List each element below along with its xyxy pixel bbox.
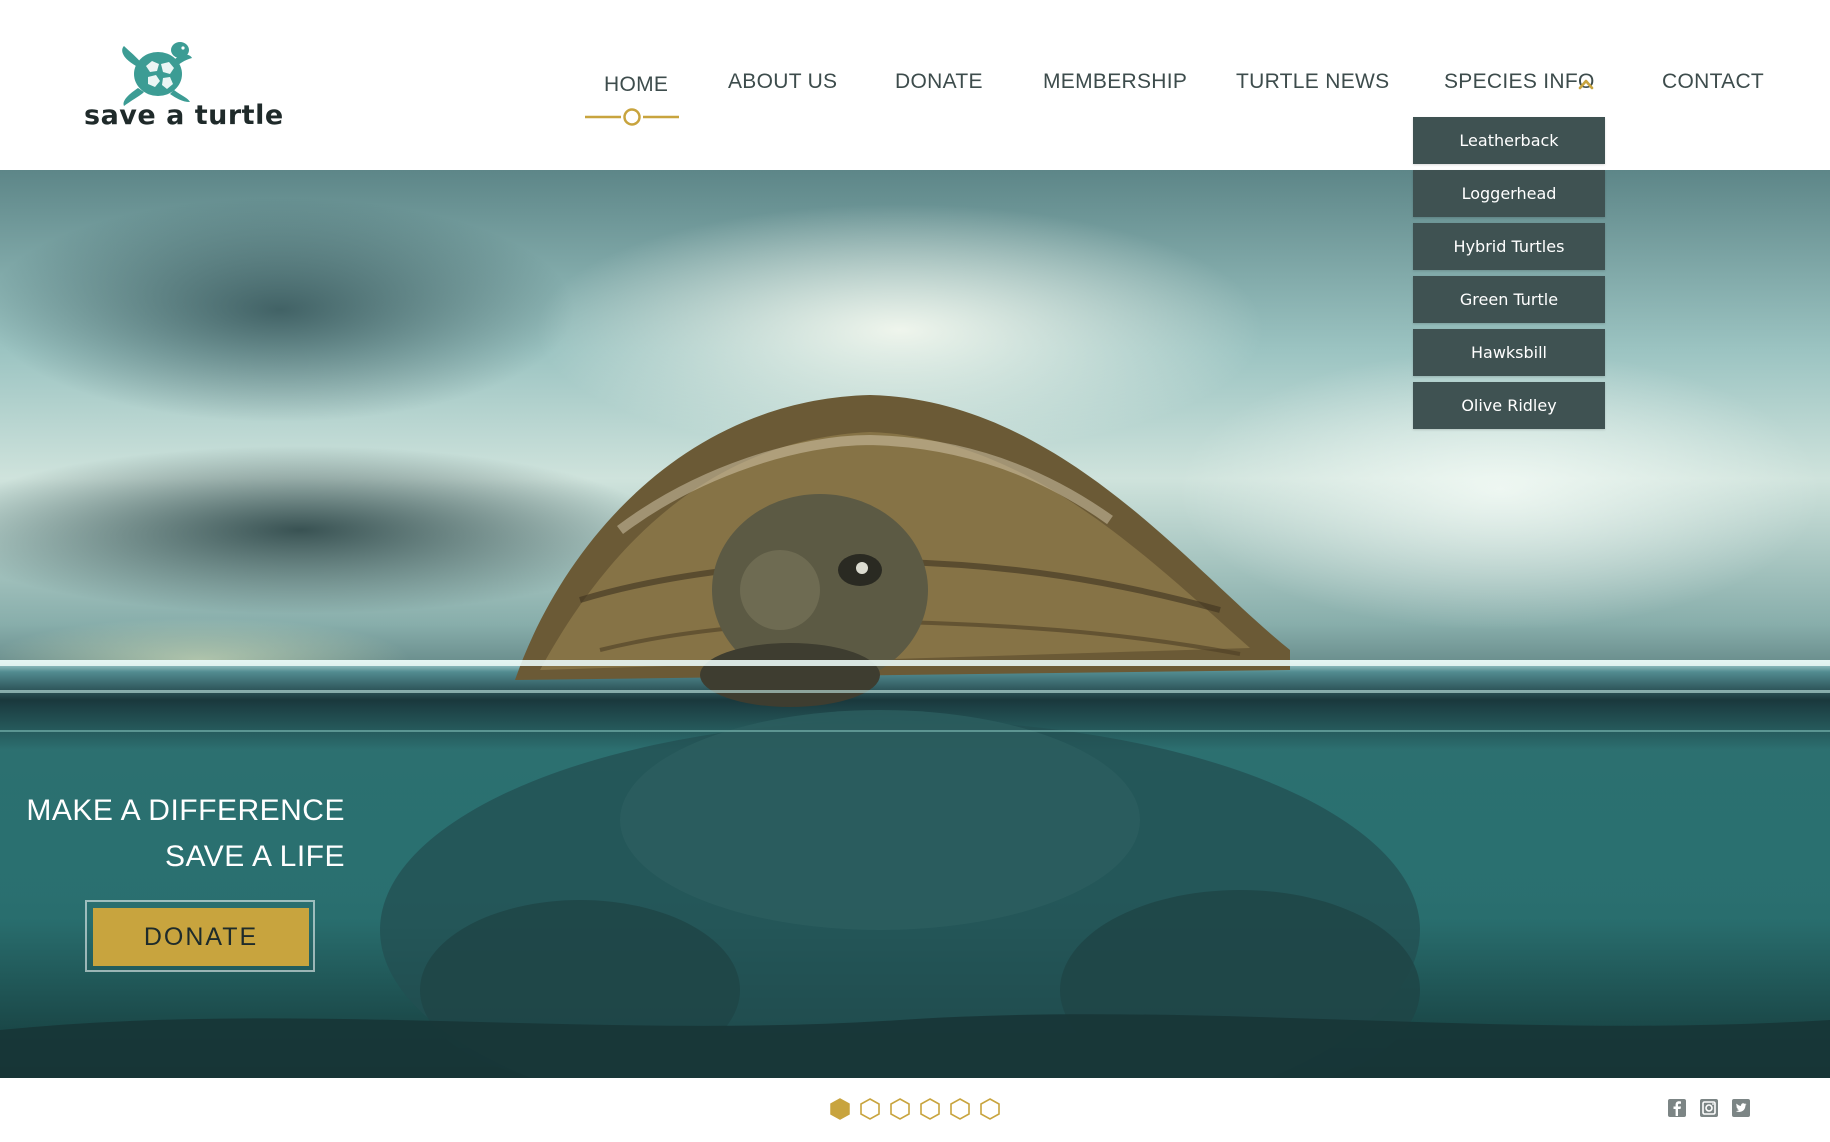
hero-tagline: MAKE A DIFFERENCE SAVE A LIFE [26, 788, 345, 880]
active-nav-indicator [585, 108, 679, 126]
carousel-dot-5[interactable] [950, 1098, 970, 1120]
nav-membership[interactable]: MEMBERSHIP [1043, 70, 1187, 94]
hero-tagline-line2: SAVE A LIFE [164, 840, 345, 873]
nav-about-us[interactable]: ABOUT US [728, 70, 837, 94]
chevron-up-icon[interactable] [1578, 78, 1594, 90]
carousel-dot-1-active[interactable] [830, 1098, 850, 1120]
dropdown-item-leatherback[interactable]: Leatherback [1413, 117, 1605, 164]
species-dropdown-menu: Leatherback Loggerhead Hybrid Turtles Gr… [1413, 117, 1605, 435]
dropdown-item-loggerhead[interactable]: Loggerhead [1413, 170, 1605, 217]
dropdown-item-hybrid-turtles[interactable]: Hybrid Turtles [1413, 223, 1605, 270]
hero-donate-button[interactable]: DONATE [93, 908, 309, 966]
dropdown-item-olive-ridley[interactable]: Olive Ridley [1413, 382, 1605, 429]
page-footer [0, 1078, 1830, 1142]
nav-donate[interactable]: DONATE [895, 70, 983, 94]
carousel-dot-2[interactable] [860, 1098, 880, 1120]
carousel-indicators [830, 1098, 1000, 1122]
dropdown-item-hawksbill[interactable]: Hawksbill [1413, 329, 1605, 376]
nav-home[interactable]: HOME [604, 73, 668, 97]
nav-species-info[interactable]: SPECIES INFO [1444, 70, 1595, 94]
facebook-icon[interactable] [1667, 1098, 1687, 1118]
carousel-dot-4[interactable] [920, 1098, 940, 1120]
nav-turtle-news[interactable]: TURTLE NEWS [1236, 70, 1389, 94]
social-links [1667, 1098, 1751, 1118]
twitter-icon[interactable] [1731, 1098, 1751, 1118]
dropdown-item-green-turtle[interactable]: Green Turtle [1413, 276, 1605, 323]
carousel-dot-6[interactable] [980, 1098, 1000, 1120]
main-nav: HOME ABOUT US DONATE MEMBERSHIP TURTLE N… [0, 70, 1830, 110]
hero-tagline-line1: MAKE A DIFFERENCE [26, 794, 345, 827]
nav-contact[interactable]: CONTACT [1662, 70, 1764, 94]
carousel-dot-3[interactable] [890, 1098, 910, 1120]
instagram-icon[interactable] [1699, 1098, 1719, 1118]
